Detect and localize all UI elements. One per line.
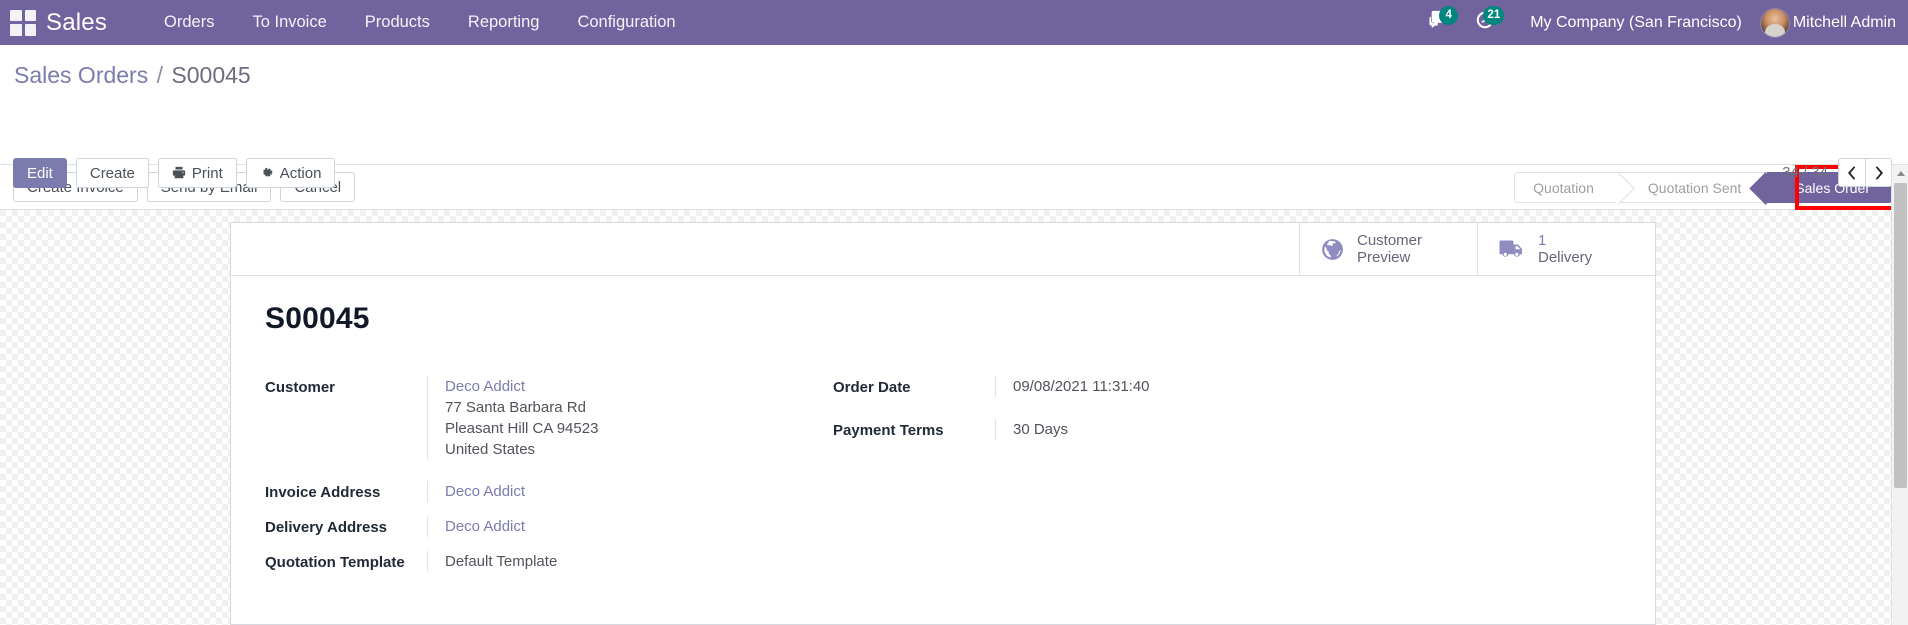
smart-button-customer-preview[interactable]: Customer Preview	[1299, 223, 1477, 275]
record-title: S00045	[265, 302, 370, 335]
app-brand-sales[interactable]: Sales	[46, 9, 107, 37]
pager-value: 34 / 34	[1782, 164, 1828, 181]
scrollbar-up-button[interactable]	[1892, 165, 1908, 182]
customer-address-line-1: 77 Santa Barbara Rd	[445, 399, 586, 416]
stage-quotation[interactable]: Quotation	[1514, 172, 1620, 203]
activities-badge-count: 21	[1483, 6, 1505, 25]
field-payment-terms-label: Payment Terms	[833, 422, 944, 439]
apps-grid-cell	[10, 24, 22, 36]
apps-grid-cell	[24, 9, 36, 21]
activities-menu[interactable]: 21	[1462, 0, 1508, 45]
vertical-scrollbar[interactable]	[1891, 165, 1908, 625]
user-name-label: Mitchell Admin	[1792, 13, 1896, 31]
pager-next-button[interactable]	[1865, 158, 1892, 187]
field-quotation-template-label: Quotation Template	[265, 554, 405, 571]
action-button-label: Action	[279, 164, 322, 182]
smart-button-line2: Preview	[1357, 249, 1411, 266]
form-column-left: Customer Deco Addict 77 Santa Barbara Rd…	[265, 376, 833, 586]
menu-item-configuration[interactable]: Configuration	[558, 0, 694, 45]
company-switcher[interactable]: My Company (San Francisco)	[1530, 14, 1742, 32]
print-button[interactable]: Print	[157, 158, 237, 188]
menu-item-reporting[interactable]: Reporting	[449, 0, 559, 45]
apps-grid-cell	[24, 24, 36, 36]
apps-grid-cell	[10, 9, 22, 21]
smart-button-customer-preview-text: Customer Preview	[1357, 232, 1422, 266]
form-fields: Customer Deco Addict 77 Santa Barbara Rd…	[231, 336, 1655, 586]
field-order-date-label: Order Date	[833, 379, 911, 396]
action-button[interactable]: Action	[245, 158, 336, 188]
breadcrumb: Sales Orders / S00045	[14, 61, 251, 89]
menu-item-to-invoice[interactable]: To Invoice	[233, 0, 345, 45]
pager: 34 / 34	[1782, 158, 1892, 187]
smart-button-delivery-text: 1 Delivery	[1538, 232, 1592, 266]
invoice-address-link[interactable]: Deco Addict	[445, 481, 833, 502]
chevron-left-icon	[1846, 165, 1858, 180]
breadcrumb-current-record: S00045	[171, 62, 251, 88]
user-menu[interactable]: Mitchell Admin	[1759, 7, 1896, 38]
form-body: S00045 Customer Deco Addict 77 Santa Bar…	[231, 276, 1655, 586]
form-column-right: Order Date 09/08/2021 11:31:40 Payment T…	[833, 376, 1433, 586]
form-sheet: Customer Preview 1 Delivery S00045 Custo…	[230, 222, 1656, 625]
field-quotation-template-value[interactable]: Default Template	[427, 551, 833, 572]
navbar-right-group: 4 21 My Company (San Francisco) Mitchell…	[1416, 0, 1908, 45]
breadcrumb-separator: /	[156, 62, 163, 88]
create-button-label: Create	[89, 164, 135, 182]
field-customer-label: Customer	[265, 379, 336, 396]
smart-button-bar: Customer Preview 1 Delivery	[231, 223, 1655, 276]
field-invoice-address: Invoice Address Deco Addict	[265, 481, 833, 503]
control-panel: Sales Orders / S00045 Edit Create Print …	[0, 45, 1908, 188]
field-payment-terms: Payment Terms 30 Days	[833, 419, 1433, 441]
field-delivery-address-label: Delivery Address	[265, 519, 388, 536]
messages-badge-count: 4	[1439, 6, 1459, 25]
customer-link[interactable]: Deco Addict	[445, 376, 833, 397]
field-delivery-address-value: Deco Addict	[427, 516, 833, 537]
customer-address-line-2: Pleasant Hill CA 94523	[445, 420, 599, 437]
field-order-date-value[interactable]: 09/08/2021 11:31:40	[995, 376, 1433, 397]
top-navbar: Sales Orders To Invoice Products Reporti…	[0, 0, 1908, 45]
apps-grid-icon[interactable]	[10, 9, 36, 36]
truck-icon	[1498, 237, 1526, 262]
create-button[interactable]: Create	[75, 158, 149, 188]
field-quotation-template: Quotation Template Default Template	[265, 551, 833, 573]
delivery-address-link[interactable]: Deco Addict	[445, 516, 833, 537]
smart-button-delivery[interactable]: 1 Delivery	[1477, 223, 1655, 275]
menu-item-orders[interactable]: Orders	[145, 0, 233, 45]
scrollbar-thumb[interactable]	[1894, 183, 1907, 488]
avatar	[1759, 7, 1790, 38]
field-order-date: Order Date 09/08/2021 11:31:40	[833, 376, 1433, 398]
smart-button-delivery-label: Delivery	[1538, 249, 1593, 266]
pager-previous-button[interactable]	[1838, 158, 1865, 187]
smart-button-line1: Customer	[1357, 232, 1423, 249]
field-customer-value: Deco Addict 77 Santa Barbara Rd Pleasant…	[427, 376, 833, 460]
field-customer: Customer Deco Addict 77 Santa Barbara Rd…	[265, 376, 833, 460]
edit-button[interactable]: Edit	[13, 158, 67, 188]
pager-buttons	[1838, 158, 1892, 187]
stage-quotation-sent[interactable]: Quotation Sent	[1619, 172, 1768, 203]
customer-address-line-3: United States	[445, 441, 536, 458]
field-invoice-address-value: Deco Addict	[427, 481, 833, 502]
form-sheet-wrapper: Customer Preview 1 Delivery S00045 Custo…	[230, 222, 1656, 625]
field-delivery-address: Delivery Address Deco Addict	[265, 516, 833, 538]
record-action-buttons: Edit Create Print Action	[13, 158, 336, 188]
stage-quotation-label: Quotation	[1533, 179, 1594, 196]
messages-menu[interactable]: 4	[1416, 0, 1462, 45]
print-button-label: Print	[191, 164, 223, 182]
smart-button-delivery-count: 1	[1538, 232, 1547, 249]
gear-icon	[260, 166, 274, 180]
menu-item-products[interactable]: Products	[346, 0, 449, 45]
stage-quotation-sent-label: Quotation Sent	[1647, 179, 1742, 196]
breadcrumb-sales-orders[interactable]: Sales Orders	[14, 62, 148, 88]
field-payment-terms-value[interactable]: 30 Days	[995, 419, 1433, 440]
field-invoice-address-label: Invoice Address	[265, 484, 381, 501]
edit-button-label: Edit	[27, 164, 53, 182]
printer-icon	[172, 166, 186, 180]
caret-up-icon	[1896, 171, 1905, 176]
globe-icon	[1320, 237, 1345, 262]
chevron-right-icon	[1873, 165, 1885, 180]
